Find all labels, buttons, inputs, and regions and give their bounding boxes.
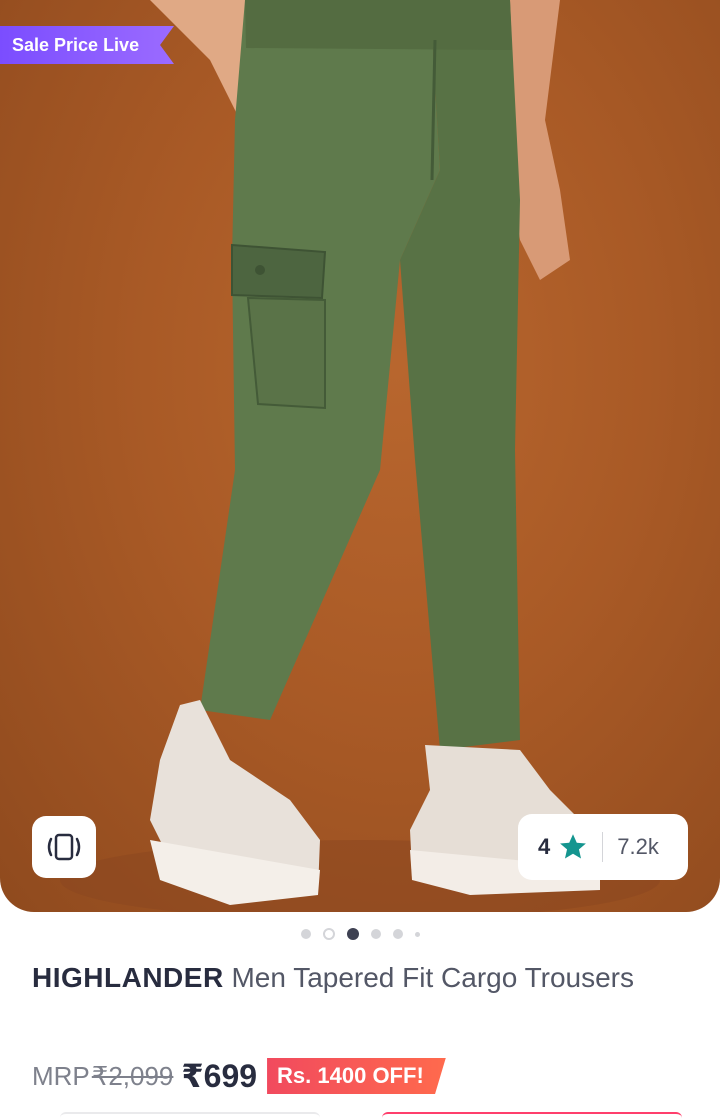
rating-count: 7.2k bbox=[617, 834, 659, 859]
carousel-dot[interactable] bbox=[414, 931, 420, 937]
rating-value: 4 bbox=[538, 834, 551, 859]
mrp-price: ₹2,099 bbox=[91, 1060, 174, 1091]
rating-divider bbox=[602, 832, 604, 862]
product-photo bbox=[60, 0, 660, 912]
price-row: MRP ₹2,099 ₹699 Rs. 1400 OFF! bbox=[32, 1054, 446, 1098]
rotate-view-icon bbox=[47, 833, 81, 861]
bottom-card-edge-accent bbox=[382, 1112, 682, 1120]
sale-price-live-badge: Sale Price Live bbox=[0, 26, 174, 64]
discount-badge: Rs. 1400 OFF! bbox=[267, 1058, 446, 1094]
carousel-dot[interactable] bbox=[322, 928, 335, 940]
product-image-carousel[interactable]: Sale Price Live 4 7.2k bbox=[0, 0, 720, 912]
carousel-indicator bbox=[0, 928, 720, 940]
carousel-dot[interactable] bbox=[392, 929, 403, 939]
star-icon bbox=[558, 833, 588, 861]
carousel-dot-active[interactable] bbox=[346, 928, 359, 940]
rotate-view-button[interactable] bbox=[32, 816, 96, 878]
product-name: Men Tapered Fit Cargo Trousers bbox=[223, 962, 635, 993]
rating-pill[interactable]: 4 7.2k bbox=[518, 814, 688, 880]
mrp-label: MRP bbox=[32, 1060, 90, 1091]
bottom-card-edge bbox=[60, 1112, 320, 1120]
carousel-dot[interactable] bbox=[370, 929, 381, 939]
product-title: HIGHLANDER Men Tapered Fit Cargo Trouser… bbox=[32, 956, 672, 1000]
selling-price: ₹699 bbox=[181, 1058, 258, 1094]
brand-name: HIGHLANDER bbox=[32, 962, 224, 993]
carousel-dot[interactable] bbox=[300, 929, 311, 939]
